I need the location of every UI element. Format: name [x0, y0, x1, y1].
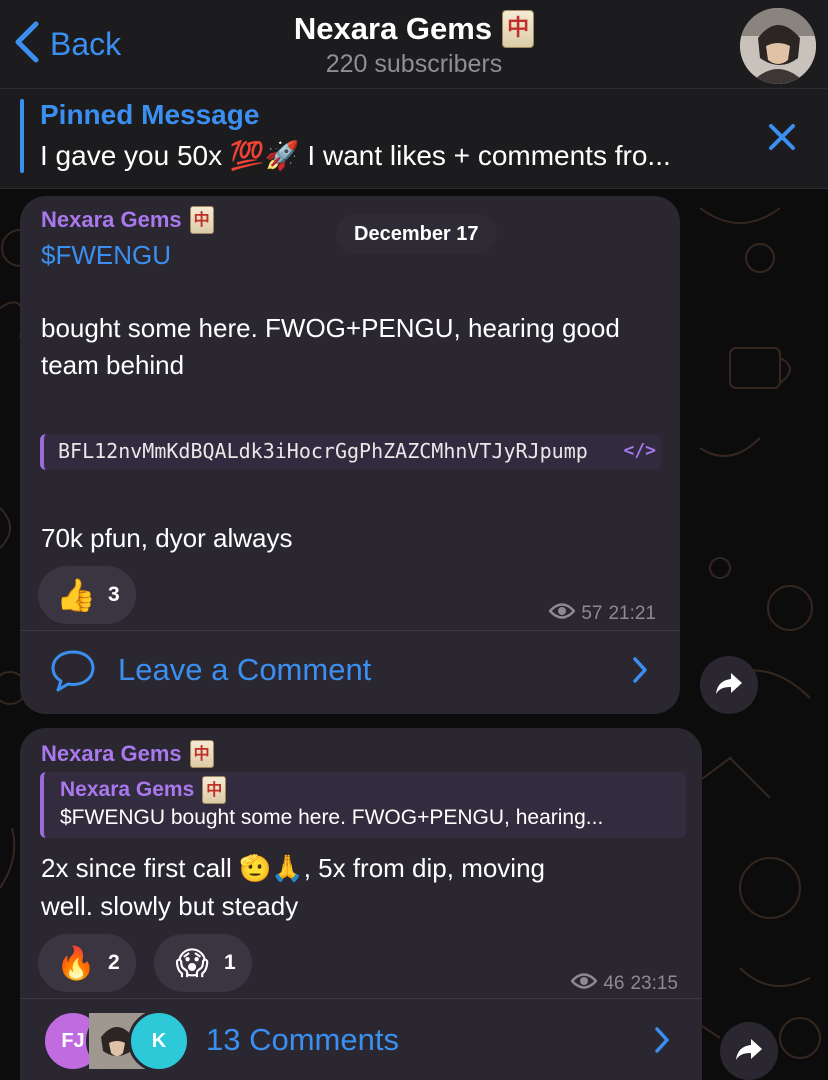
channel-post[interactable]: Nexara Gems 中 $FWENGU December 17 bought… — [20, 196, 680, 714]
reaction-count: 2 — [108, 951, 120, 974]
pinned-title: Pinned Message — [40, 99, 260, 130]
pinned-indicator — [20, 99, 24, 173]
thumbs-up-icon: 👍 — [56, 576, 96, 614]
post-sender: Nexara Gems 中 — [41, 740, 214, 768]
channel-post[interactable]: Nexara Gems 中 Nexara Gems 中 $FWENGU boug… — [20, 728, 702, 1080]
contract-address-block[interactable]: BFL12nvMmKdBQALdk3iHocrGgPhZAZCMhnVTJyRJ… — [40, 434, 662, 470]
chevron-left-icon — [14, 21, 40, 68]
comments-button[interactable]: FJ K 13 Comments — [20, 1000, 702, 1080]
divider — [20, 998, 702, 999]
view-count: 46 — [603, 973, 625, 994]
share-arrow-icon — [715, 671, 743, 700]
eye-icon — [570, 972, 598, 996]
reaction-scream[interactable]: 😱 1 — [154, 934, 252, 992]
chevron-right-icon — [654, 1026, 670, 1059]
post-body-line-1: 2x since first call 🫡🙏, 5x from dip, mov… — [41, 853, 546, 883]
divider — [20, 630, 680, 631]
post-body-line-2: well. slowly but steady — [41, 891, 299, 921]
post-time: 21:21 — [608, 603, 656, 624]
channel-header: Back Nexara Gems 中 220 subscribers — [0, 0, 828, 89]
scream-icon: 😱 — [175, 944, 209, 982]
mahjong-tile-icon: 中 — [189, 206, 214, 234]
channel-name: Nexara Gems — [293, 11, 493, 46]
fire-icon: 🔥 — [56, 944, 96, 982]
reply-sender-name: Nexara Gems — [60, 778, 195, 801]
reply-text: $FWENGU bought some here. FWOG+PENGU, he… — [60, 806, 604, 829]
comment-count-label: 13 Comments — [206, 1022, 399, 1057]
reaction-fire[interactable]: 🔥 2 — [38, 934, 136, 992]
mahjong-tile-icon: 中 — [502, 10, 535, 48]
comment-label: Leave a Comment — [118, 652, 372, 687]
eye-icon — [548, 602, 576, 626]
post-body: bought some here. FWOG+PENGU, hearing go… — [41, 313, 620, 380]
sender-name: Nexara Gems — [41, 207, 182, 232]
chevron-right-icon — [632, 656, 648, 689]
sender-name: Nexara Gems — [41, 741, 182, 766]
date-badge: December 17 — [336, 214, 497, 254]
post-sender: Nexara Gems 中 — [41, 206, 214, 234]
code-copy-icon[interactable]: </> — [621, 440, 656, 461]
mahjong-tile-icon: 中 — [189, 740, 214, 768]
back-label: Back — [50, 25, 122, 62]
reaction-count: 1 — [224, 951, 236, 974]
share-arrow-icon — [735, 1037, 763, 1066]
close-pinned-button[interactable] — [762, 117, 802, 157]
subscriber-count: 220 subscribers — [325, 50, 503, 78]
contract-address: BFL12nvMmKdBQALdk3iHocrGgPhZAZCMhnVTJyRJ… — [58, 439, 588, 463]
channel-avatar[interactable] — [740, 8, 816, 84]
reaction-count: 3 — [108, 583, 120, 606]
channel-title-area[interactable]: Nexara Gems 中 220 subscribers — [214, 10, 614, 79]
reaction-thumbs-up[interactable]: 👍 3 — [38, 566, 136, 624]
ticker-link[interactable]: $FWENGU — [41, 240, 171, 271]
commenter-avatar: K — [128, 1010, 190, 1072]
post-meta: 57 21:21 — [548, 602, 656, 626]
reply-quote[interactable]: Nexara Gems 中 $FWENGU bought some here. … — [40, 772, 686, 838]
post-footer-text: 70k pfun, dyor always — [41, 523, 293, 553]
pinned-text: I gave you 50x 💯🚀 I want likes + comment… — [40, 140, 671, 171]
reply-sender: Nexara Gems 中 — [60, 776, 227, 804]
comment-bubble-icon — [50, 648, 96, 699]
post-meta: 46 23:15 — [570, 972, 678, 996]
close-icon — [762, 124, 802, 161]
share-button[interactable] — [700, 656, 758, 714]
pinned-message-bar[interactable]: Pinned Message I gave you 50x 💯🚀 I want … — [0, 89, 828, 189]
back-button[interactable]: Back — [14, 21, 122, 68]
mahjong-tile-icon: 中 — [202, 776, 227, 804]
leave-comment-button[interactable]: Leave a Comment — [20, 632, 680, 712]
post-time: 23:15 — [630, 973, 678, 994]
view-count: 57 — [581, 603, 603, 624]
channel-title: Nexara Gems 中 — [293, 10, 535, 48]
share-button[interactable] — [720, 1022, 778, 1080]
